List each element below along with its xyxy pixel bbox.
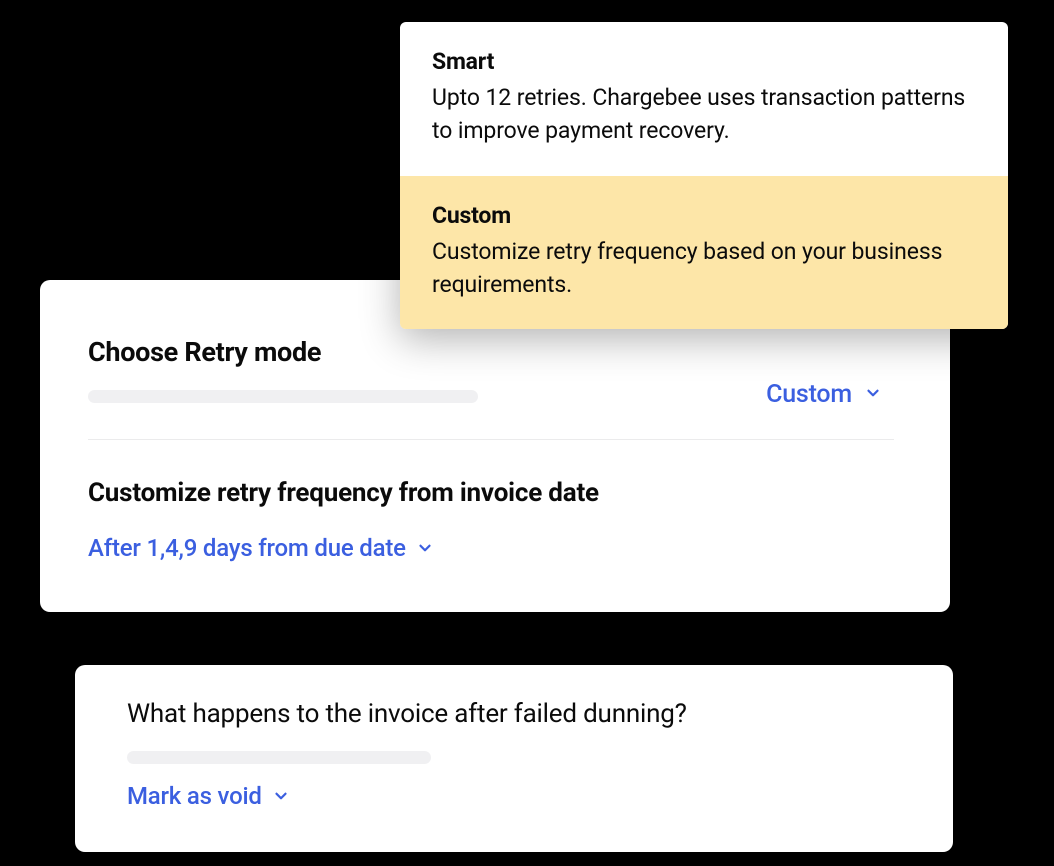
retry-mode-selector[interactable]: Custom: [766, 380, 882, 409]
chevron-down-icon: [416, 539, 434, 557]
retry-mode-title: Choose Retry mode: [88, 336, 894, 368]
retry-mode-selected-label: Custom: [766, 380, 852, 409]
retry-frequency-selector[interactable]: After 1,4,9 days from due date: [88, 534, 434, 562]
retry-mode-dropdown: Smart Upto 12 retries. Chargebee uses tr…: [400, 22, 1008, 329]
option-description: Customize retry frequency based on your …: [432, 235, 976, 302]
dropdown-option-smart[interactable]: Smart Upto 12 retries. Chargebee uses tr…: [400, 22, 1008, 176]
option-title: Custom: [432, 202, 976, 229]
option-title: Smart: [432, 48, 976, 75]
dunning-question: What happens to the invoice after failed…: [127, 699, 901, 729]
option-description: Upto 12 retries. Chargebee uses transact…: [432, 81, 976, 148]
customize-title: Customize retry frequency from invoice d…: [88, 478, 894, 508]
divider: [88, 439, 894, 440]
dropdown-option-custom[interactable]: Custom Customize retry frequency based o…: [400, 176, 1008, 330]
chevron-down-icon: [272, 787, 290, 805]
retry-card: Choose Retry mode Custom Customize retry…: [40, 280, 950, 612]
dunning-action-label: Mark as void: [127, 782, 262, 810]
dunning-action-selector[interactable]: Mark as void: [127, 782, 290, 810]
dunning-card: What happens to the invoice after failed…: [75, 665, 953, 852]
skeleton-placeholder: [127, 751, 431, 764]
chevron-down-icon: [864, 380, 882, 409]
skeleton-placeholder: [88, 390, 478, 403]
retry-frequency-label: After 1,4,9 days from due date: [88, 534, 406, 562]
